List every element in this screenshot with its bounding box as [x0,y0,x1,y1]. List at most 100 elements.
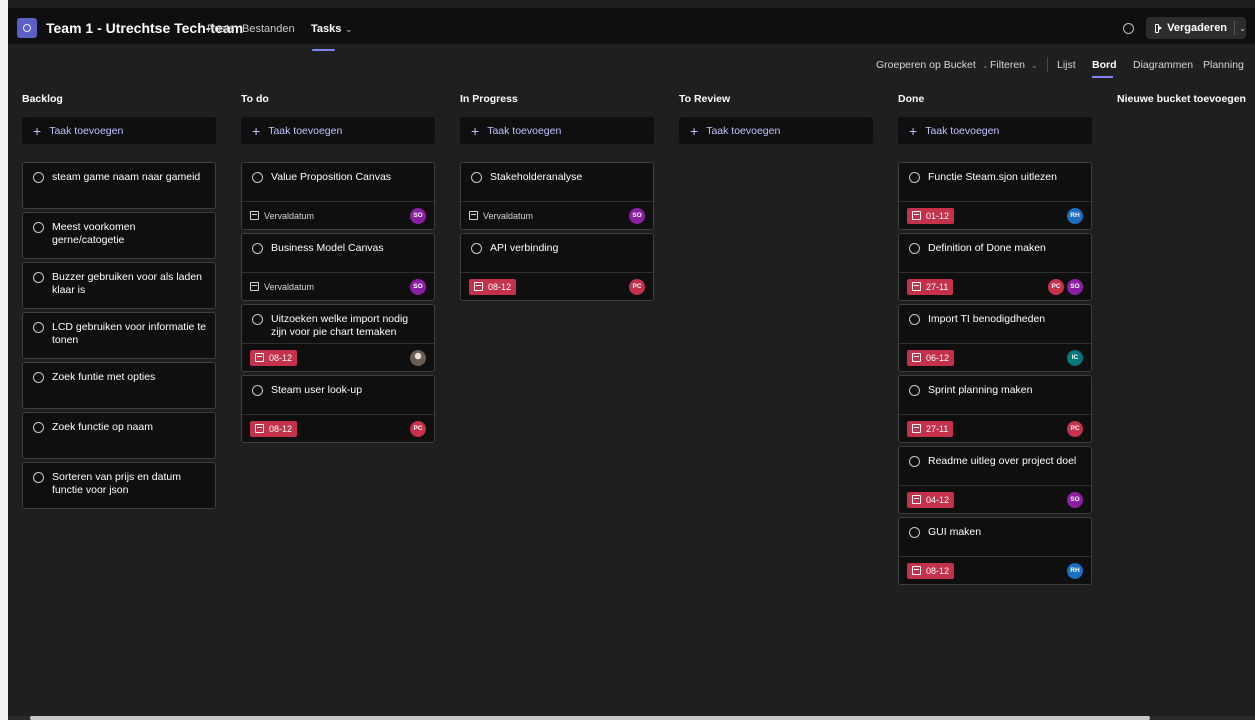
task-title: Buzzer gebruiken voor als laden klaar is [52,271,203,296]
due-date-badge[interactable]: Vervaldatum [250,279,314,295]
bucket-title[interactable]: In Progress [460,93,654,107]
task-card[interactable]: Zoek functie op naam [22,412,216,459]
complete-checkbox-icon[interactable] [33,422,44,433]
view-diagrammen[interactable]: Diagrammen [1133,59,1193,71]
complete-checkbox-icon[interactable] [33,472,44,483]
task-card[interactable]: Functie Steam.sjon uitlezen 01-12 RH [898,162,1092,230]
complete-checkbox-icon[interactable] [33,222,44,233]
new-bucket[interactable]: Nieuwe bucket toevoegen [1117,93,1255,107]
assignee-avatar[interactable] [410,349,426,366]
due-date-badge[interactable]: 27-11 [907,278,954,295]
task-card[interactable]: API verbinding 08-12 PC [460,233,654,301]
due-date-badge[interactable]: 27-11 [907,420,954,437]
chat-icon[interactable] [1123,23,1134,34]
complete-checkbox-icon[interactable] [471,243,482,254]
assignee-avatar[interactable]: SO [1067,278,1083,295]
tab-tasks[interactable]: Tasks ⌄ [311,23,352,35]
horizontal-scrollbar-thumb[interactable] [30,716,1150,720]
due-date-badge[interactable]: 08-12 [907,562,955,579]
task-card[interactable]: LCD gebruiken voor informatie te tonen [22,312,216,359]
assignee-avatar[interactable]: PC [1048,278,1064,295]
task-card[interactable]: GUI maken 08-12 RH [898,517,1092,585]
new-bucket-label[interactable]: Nieuwe bucket toevoegen [1117,93,1255,107]
due-date-badge[interactable]: 01-12 [907,207,955,224]
add-task-button[interactable]: + Taak toevoegen [460,117,654,144]
complete-checkbox-icon[interactable] [909,456,920,467]
complete-checkbox-icon[interactable] [252,172,263,183]
due-date-badge[interactable]: 04-12 [907,491,955,508]
assignee-avatar[interactable]: PC [1067,420,1083,437]
due-date-badge[interactable]: 08-12 [250,420,298,437]
view-lijst[interactable]: Lijst [1057,59,1076,71]
assignee-avatar[interactable]: RH [1067,562,1083,579]
complete-checkbox-icon[interactable] [909,314,920,325]
task-card-header: Value Proposition Canvas [242,163,434,201]
plus-icon: + [690,122,699,139]
assignee-avatar[interactable]: IC [1067,349,1083,366]
chevron-down-icon[interactable]: ⌄ [1239,24,1246,33]
assignee-avatar[interactable]: SO [1067,491,1083,508]
view-planning[interactable]: Planning [1203,59,1244,71]
task-card[interactable]: Steam user look-up 08-12 PC [241,375,435,443]
task-title: Business Model Canvas [271,242,384,254]
assignees [407,349,426,366]
task-card[interactable]: Sorteren van prijs en datum functie voor… [22,462,216,509]
assignee-avatar[interactable]: PC [410,420,426,437]
assignees: SO [626,207,645,224]
add-task-button[interactable]: + Taak toevoegen [679,117,873,144]
group-by-dropdown[interactable]: Groeperen op Bucket ⌄ [876,59,989,71]
due-date-badge[interactable]: Vervaldatum [250,208,314,224]
task-list: Functie Steam.sjon uitlezen 01-12 RH Defini… [898,162,1092,585]
task-card[interactable]: Definition of Done maken 27-11 PC SO [898,233,1092,301]
bucket-title[interactable]: To Review [679,93,873,107]
tab-bestanden[interactable]: Bestanden [242,23,295,35]
bucket-title[interactable]: To do [241,93,435,107]
assignee-avatar[interactable]: PC [629,278,645,295]
complete-checkbox-icon[interactable] [909,527,920,538]
bucket-title[interactable]: Done [898,93,1092,107]
task-card[interactable]: Meest voorkomen gerne/catogetie [22,212,216,259]
tab-posts[interactable]: Posts [207,23,235,35]
task-title: Import TI benodigdheden [928,313,1046,325]
due-date-badge[interactable]: 08-12 [469,278,517,295]
filter-dropdown[interactable]: Filteren ⌄ [990,59,1038,71]
task-card[interactable]: Import TI benodigdheden 06-12 IC [898,304,1092,372]
task-card[interactable]: Zoek funtie met opties [22,362,216,409]
complete-checkbox-icon[interactable] [909,172,920,183]
task-card[interactable]: Value Proposition Canvas Vervaldatum SO [241,162,435,230]
assignee-avatar[interactable]: SO [410,207,426,224]
complete-checkbox-icon[interactable] [33,372,44,383]
task-card[interactable]: Stakeholderanalyse Vervaldatum SO [460,162,654,230]
assignee-avatar[interactable]: SO [629,207,645,224]
due-date-badge[interactable]: 06-12 [907,349,955,366]
complete-checkbox-icon[interactable] [471,172,482,183]
task-card[interactable]: Sprint planning maken 27-11 PC [898,375,1092,443]
assignee-avatar[interactable]: RH [1067,207,1083,224]
plus-icon: + [33,122,42,139]
assignee-avatar[interactable]: SO [410,278,426,295]
complete-checkbox-icon[interactable] [33,322,44,333]
task-card[interactable]: Business Model Canvas Vervaldatum SO [241,233,435,301]
team-avatar-icon[interactable] [17,18,37,38]
add-task-button[interactable]: + Taak toevoegen [241,117,435,144]
complete-checkbox-icon[interactable] [252,314,263,325]
task-card[interactable]: Uitzoeken welke import nodig zijn voor p… [241,304,435,372]
task-card[interactable]: steam game naam naar gameid [22,162,216,209]
task-card[interactable]: Buzzer gebruiken voor als laden klaar is [22,262,216,309]
complete-checkbox-icon[interactable] [252,243,263,254]
complete-checkbox-icon[interactable] [909,243,920,254]
bucket-title[interactable]: Backlog [22,93,216,107]
meet-button[interactable]: Vergaderen ⌄ [1146,17,1246,39]
complete-checkbox-icon[interactable] [33,272,44,283]
bucket-column: To do + Taak toevoegen Value Proposition Ca… [241,93,435,446]
view-bord[interactable]: Bord [1092,59,1117,71]
task-card[interactable]: Readme uitleg over project doel 04-12 SO [898,446,1092,514]
due-date-badge[interactable]: 08-12 [250,349,298,366]
add-task-button[interactable]: + Taak toevoegen [22,117,216,144]
add-task-button[interactable]: + Taak toevoegen [898,117,1092,144]
complete-checkbox-icon[interactable] [33,172,44,183]
complete-checkbox-icon[interactable] [252,385,263,396]
task-card-footer: 08-12 PC [242,414,434,442]
due-date-badge[interactable]: Vervaldatum [469,208,533,224]
complete-checkbox-icon[interactable] [909,385,920,396]
